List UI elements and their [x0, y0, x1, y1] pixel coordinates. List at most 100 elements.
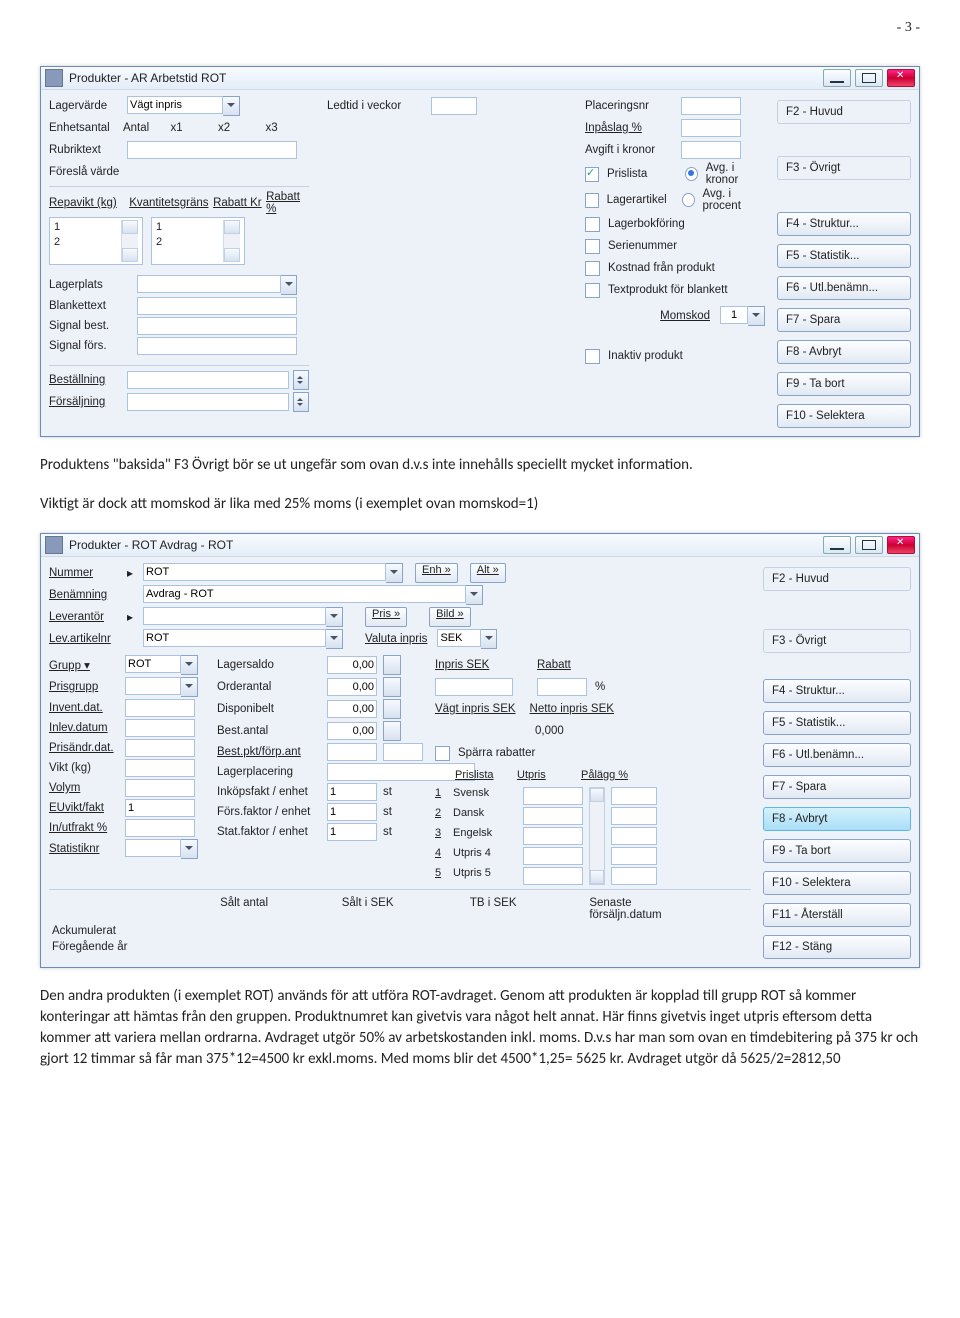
lagervarde-input[interactable] [127, 96, 223, 114]
avgift-input[interactable] [681, 141, 741, 159]
f5-statistik-button[interactable]: F5 - Statistik... [763, 711, 911, 735]
signalfors-input[interactable] [137, 337, 297, 355]
f12-stang-button[interactable]: F12 - Stäng [763, 935, 911, 959]
serienr-check[interactable] [585, 239, 600, 254]
grupp-label[interactable]: Grupp ▾ [49, 658, 119, 672]
invent-input[interactable] [125, 699, 195, 717]
f9-tabort-button[interactable]: F9 - Ta bort [777, 372, 911, 396]
f2-huvud-button[interactable]: F2 - Huvud [777, 100, 911, 124]
utpris-1[interactable] [523, 787, 583, 805]
chevron-down-icon[interactable] [181, 839, 198, 859]
utpris-5[interactable] [523, 867, 583, 885]
palagg-5[interactable] [611, 867, 657, 885]
f5-statistik-button[interactable]: F5 - Statistik... [777, 244, 911, 268]
scrollbar[interactable] [589, 787, 605, 885]
chevron-down-icon[interactable] [481, 629, 497, 649]
inpaslag-input[interactable] [681, 119, 741, 137]
f10-selektera-button[interactable]: F10 - Selektera [777, 404, 911, 428]
bestallning-input[interactable] [127, 371, 289, 389]
nummer-combo[interactable] [143, 563, 403, 583]
chevron-down-icon[interactable] [386, 563, 403, 583]
rabatt-input[interactable] [537, 678, 587, 696]
momskod-combo[interactable] [720, 306, 765, 326]
chevron-down-icon[interactable] [181, 677, 198, 697]
stat-combo[interactable] [125, 839, 199, 859]
placering-input[interactable] [681, 97, 741, 115]
maximize-button[interactable] [855, 536, 883, 554]
vikt-input[interactable] [125, 759, 195, 777]
lagervarde-combo[interactable] [127, 96, 240, 116]
f9-tabort-button[interactable]: F9 - Ta bort [763, 839, 911, 863]
chevron-down-icon[interactable] [748, 306, 765, 326]
f8-avbryt-button[interactable]: F8 - Avbryt [763, 807, 911, 831]
signalbest-input[interactable] [137, 317, 297, 335]
f6-utlbenamn-button[interactable]: F6 - Utl.benämn... [763, 743, 911, 767]
utpris-4[interactable] [523, 847, 583, 865]
f8-avbryt-button[interactable]: F8 - Avbryt [777, 340, 911, 364]
euvikt-input[interactable] [125, 799, 195, 817]
pris-button[interactable]: Pris » [365, 607, 407, 627]
maximize-button[interactable] [855, 69, 883, 87]
forsaljning-spin[interactable] [293, 392, 309, 412]
inut-input[interactable] [125, 819, 195, 837]
rubriktext-input[interactable] [127, 141, 297, 159]
utpris-2[interactable] [523, 807, 583, 825]
minimize-button[interactable] [823, 69, 851, 87]
inaktiv-check[interactable] [585, 349, 600, 364]
prisgrupp-combo[interactable] [125, 677, 199, 697]
alt-button[interactable]: Alt » [470, 563, 506, 583]
kvant-list[interactable]: 12 [151, 217, 245, 265]
f4-struktur-button[interactable]: F4 - Struktur... [763, 679, 911, 703]
lagerbok-check[interactable] [585, 217, 600, 232]
bestallning-spin[interactable] [293, 370, 309, 390]
chevron-down-icon[interactable] [326, 629, 343, 649]
chevron-down-icon[interactable] [466, 585, 483, 605]
f4-struktur-button[interactable]: F4 - Struktur... [777, 212, 911, 236]
minimize-button[interactable] [823, 536, 851, 554]
repavikt-list[interactable]: 12 [49, 217, 143, 265]
enh-button[interactable]: Enh » [415, 563, 458, 583]
lagerplats-combo[interactable] [137, 275, 297, 295]
f7-spara-button[interactable]: F7 - Spara [777, 308, 911, 332]
textprodukt-check[interactable] [585, 283, 600, 298]
prislista-check[interactable] [585, 167, 599, 182]
titlebar[interactable]: Produkter - AR Arbetstid ROT [41, 67, 919, 90]
volym-input[interactable] [125, 779, 195, 797]
f11-aterstall-button[interactable]: F11 - Återställ [763, 903, 911, 927]
lagerartikel-check[interactable] [585, 193, 599, 208]
titlebar[interactable]: Produkter - ROT Avdrag - ROT [41, 534, 919, 557]
levart-combo[interactable] [143, 629, 343, 649]
prisandr-input[interactable] [125, 739, 195, 757]
forsaljning-input[interactable] [127, 393, 289, 411]
chevron-down-icon[interactable] [223, 96, 240, 116]
inlev-input[interactable] [125, 719, 195, 737]
close-button[interactable] [887, 536, 915, 554]
close-button[interactable] [887, 69, 915, 87]
bild-button[interactable]: Bild » [429, 607, 471, 627]
inpris-input[interactable] [435, 678, 513, 696]
palagg-3[interactable] [611, 827, 657, 845]
utpris-3[interactable] [523, 827, 583, 845]
benamning-combo[interactable] [143, 585, 483, 605]
chevron-down-icon[interactable] [326, 607, 343, 627]
f6-utlbenamn-button[interactable]: F6 - Utl.benämn... [777, 276, 911, 300]
palagg-1[interactable] [611, 787, 657, 805]
chevron-down-icon[interactable] [383, 677, 401, 697]
sparra-check[interactable] [435, 746, 450, 761]
chevron-down-icon[interactable] [383, 721, 401, 741]
chevron-down-icon[interactable] [383, 655, 401, 675]
f3-ovrigt-button[interactable]: F3 - Övrigt [777, 156, 911, 180]
f2-huvud-button[interactable]: F2 - Huvud [763, 567, 911, 591]
f3-ovrigt-button[interactable]: F3 - Övrigt [763, 629, 911, 653]
valuta-combo[interactable] [437, 629, 497, 649]
palagg-2[interactable] [611, 807, 657, 825]
leverantor-combo[interactable] [143, 607, 343, 627]
lagersaldo-input[interactable] [327, 656, 377, 674]
grupp-combo[interactable] [125, 655, 199, 675]
chevron-down-icon[interactable] [281, 275, 297, 295]
f7-spara-button[interactable]: F7 - Spara [763, 775, 911, 799]
chevron-down-icon[interactable] [383, 699, 401, 719]
blankettext-input[interactable] [137, 297, 297, 315]
palagg-4[interactable] [611, 847, 657, 865]
kostnad-check[interactable] [585, 261, 600, 276]
